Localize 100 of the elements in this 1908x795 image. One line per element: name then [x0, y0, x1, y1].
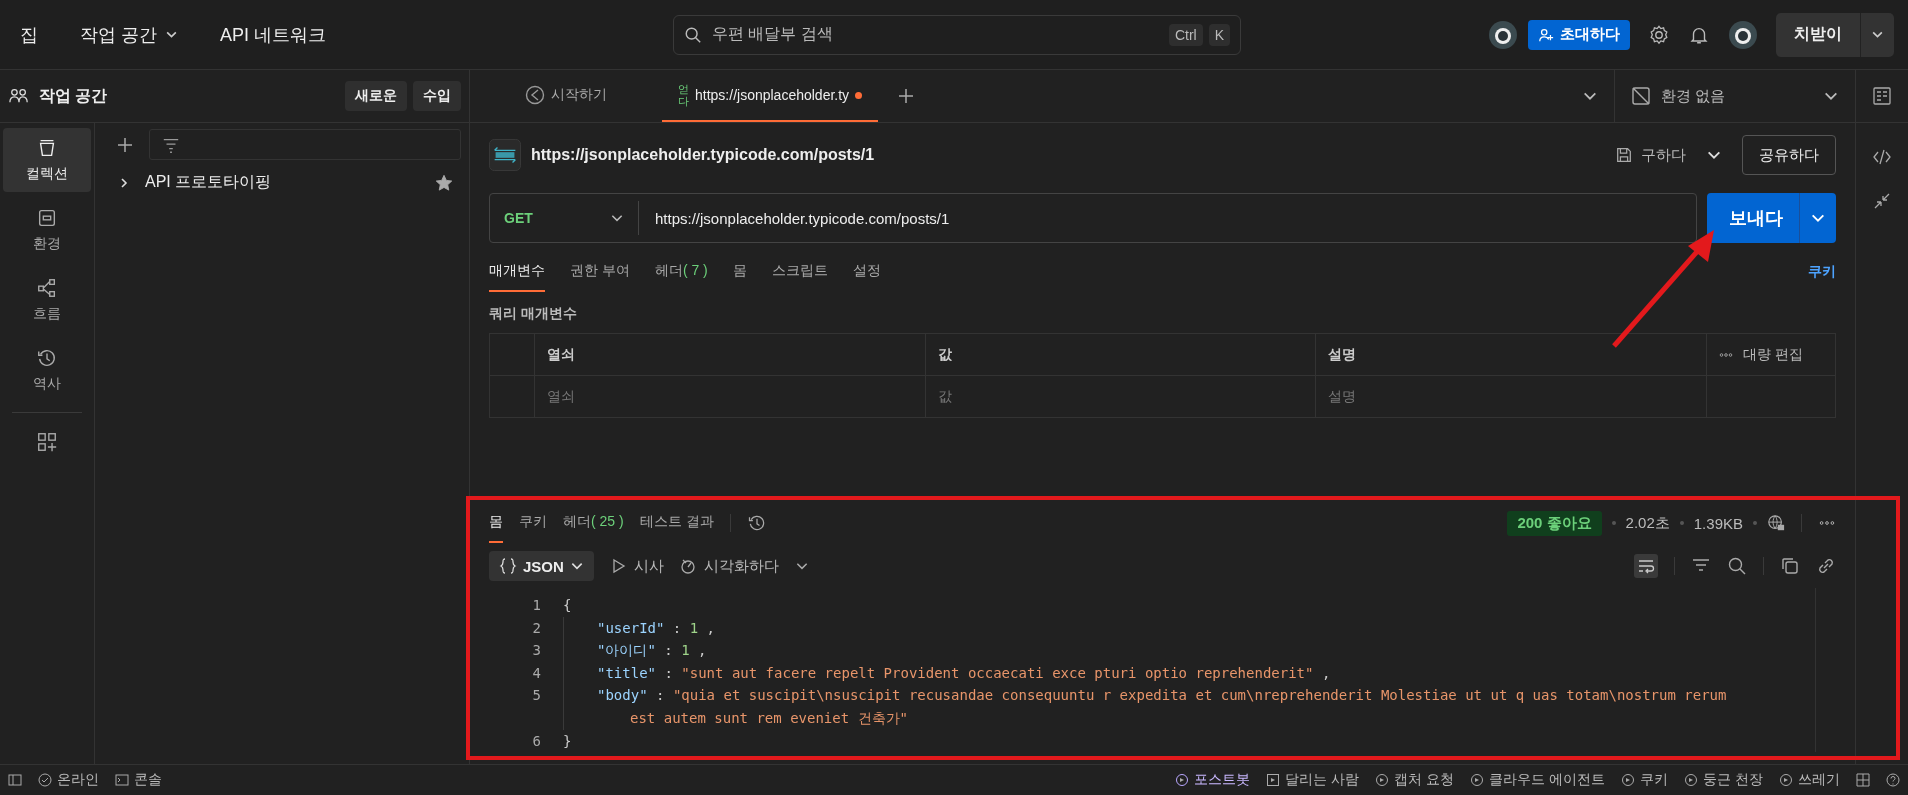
- search-icon[interactable]: [1727, 556, 1747, 576]
- code-line: "아이디" : 1 ,: [563, 639, 1815, 662]
- method-label: 얻다: [678, 82, 689, 108]
- code-icon[interactable]: [1872, 147, 1892, 167]
- request-section-tab[interactable]: 설정: [852, 252, 881, 292]
- sidebar-nav-item[interactable]: 흐름: [3, 268, 91, 332]
- line-number: 4: [531, 663, 542, 683]
- method-dropdown[interactable]: GET: [490, 201, 639, 235]
- request-section-tab[interactable]: 권한 부여: [570, 252, 630, 292]
- line-number: 5: [531, 686, 542, 706]
- code-line: {: [563, 596, 573, 615]
- gauge-icon: [525, 85, 545, 105]
- table-input[interactable]: 설명: [1315, 376, 1706, 417]
- response-tab[interactable]: 테스트 결과: [639, 503, 714, 543]
- status-bar-item[interactable]: 쓰레기: [1779, 771, 1840, 789]
- circle-icon: [1684, 773, 1699, 787]
- status-bar-item[interactable]: 쿠키: [1621, 771, 1669, 789]
- play-icon: [1266, 773, 1281, 787]
- search-icon: [684, 25, 702, 44]
- shortcut-key: K: [1208, 23, 1230, 46]
- sidebar-nav-item[interactable]: 환경: [3, 198, 91, 262]
- table-input[interactable]: 값: [924, 376, 1316, 417]
- collapse-arrows-icon[interactable]: [1872, 191, 1892, 211]
- cookies-link[interactable]: 쿠키: [1808, 263, 1836, 281]
- status-bar-item[interactable]: 둥근 천장: [1684, 771, 1763, 789]
- collection-name: API 프로토타이핑: [145, 172, 272, 192]
- preview-button[interactable]: 시사: [609, 556, 664, 576]
- terminal-icon: [115, 773, 129, 787]
- share-button[interactable]: 공유하다: [1742, 135, 1836, 175]
- column-header: 설명: [1315, 334, 1706, 375]
- request-section-tab[interactable]: 몸: [732, 252, 747, 292]
- response-tab[interactable]: 쿠키: [519, 503, 547, 543]
- sidebar-nav-item[interactable]: 역사: [3, 338, 91, 402]
- grid-icon[interactable]: [1856, 773, 1870, 787]
- code-line: est autem sunt rem eveniet 건축가": [563, 706, 1815, 730]
- visualize-button[interactable]: 시각화하다: [679, 556, 779, 576]
- globe-icon[interactable]: [1767, 514, 1785, 532]
- copy-icon[interactable]: [1780, 556, 1800, 576]
- flow-icon: [36, 277, 58, 299]
- status-badge: 200 좋아요: [1507, 510, 1602, 536]
- invite-button[interactable]: 초대하다: [1528, 19, 1630, 50]
- link-icon[interactable]: [1816, 556, 1836, 576]
- environment-selector[interactable]: 환경 없음: [1614, 70, 1855, 122]
- help-icon[interactable]: [1886, 773, 1900, 787]
- star-icon[interactable]: [435, 173, 453, 192]
- response-tab[interactable]: 헤더( 25 ): [563, 503, 624, 543]
- section-title: 쿼리 매개변수: [489, 305, 578, 323]
- code-line: }: [563, 731, 573, 751]
- format-dropdown[interactable]: JSON: [489, 551, 594, 581]
- response-time: 2.02초: [1625, 513, 1670, 533]
- code-line: "body" : "quia et suscipit\nsuscipit recusandae consequuntu r expedita et cum\nreprehenderit Molestiae ut ut q uas totam\nostrum rerum: [563, 684, 1815, 707]
- line-number: 2: [531, 618, 542, 638]
- add-widget-icon[interactable]: [36, 431, 58, 453]
- sidebar-toggle-icon[interactable]: [8, 773, 22, 787]
- no-environment-icon: [1631, 86, 1651, 106]
- wrap-lines-icon[interactable]: [1634, 554, 1658, 578]
- circle-icon: [1779, 773, 1793, 787]
- line-number: 3: [531, 641, 542, 661]
- bulk-edit-button[interactable]: 대량 편집: [1706, 334, 1835, 375]
- request-title: https://jsonplaceholder.typicode.com/posts/1: [531, 146, 875, 164]
- request-section-tab[interactable]: 스크립트: [771, 252, 828, 292]
- new-button[interactable]: 새로운: [345, 81, 407, 111]
- response-size: 1.39KB: [1693, 514, 1743, 532]
- response-tab[interactable]: 몸: [489, 503, 503, 543]
- add-user-icon: [1538, 26, 1554, 43]
- history-icon: [36, 347, 58, 369]
- shortcut-key: Ctrl: [1168, 23, 1203, 46]
- import-button[interactable]: 수입: [413, 81, 461, 111]
- avatar-icon[interactable]: [1728, 19, 1758, 50]
- workspace-menu[interactable]: 작업 공간: [80, 22, 178, 47]
- status-bar-item[interactable]: 포스트봇: [1175, 771, 1251, 789]
- avatar-icon[interactable]: [1488, 19, 1518, 50]
- column-header: 값: [924, 334, 1316, 375]
- filter-field[interactable]: [149, 129, 461, 160]
- home-link[interactable]: 집: [20, 22, 38, 47]
- search-field[interactable]: 우편 배달부 검색 Ctrl K: [673, 14, 1241, 55]
- api-network-link[interactable]: API 네트워크: [220, 22, 327, 47]
- gauge-icon: [679, 558, 696, 574]
- status-bar-item[interactable]: 콘솔: [115, 771, 162, 789]
- line-number: 6: [531, 731, 542, 751]
- status-bar-item[interactable]: 달리는 사람: [1266, 771, 1360, 789]
- status-bar-item[interactable]: 캡처 요청: [1375, 771, 1455, 789]
- status-bar-item[interactable]: 온라인: [38, 771, 99, 789]
- url-field[interactable]: https://jsonplaceholder.typicode.com/posts/1: [639, 209, 950, 227]
- http-icon: [489, 139, 521, 171]
- table-input[interactable]: 열쇠: [534, 376, 925, 417]
- notes-icon[interactable]: [1872, 86, 1892, 106]
- environment-icon: [36, 207, 58, 229]
- request-section-tab[interactable]: 헤더( 7 ): [654, 252, 708, 292]
- save-button[interactable]: 구하다: [1609, 144, 1692, 166]
- status-bar-item[interactable]: 클라우드 에이전트: [1470, 771, 1606, 789]
- collection-item[interactable]: API 프로토타이핑: [103, 160, 461, 193]
- history-icon[interactable]: [746, 513, 767, 533]
- request-section-tab[interactable]: 매개변수: [489, 252, 545, 292]
- braces-icon: [499, 557, 517, 575]
- settings-icon[interactable]: [1648, 23, 1670, 46]
- request-tab[interactable]: 시작하기: [470, 70, 662, 122]
- save-icon: [1615, 146, 1633, 164]
- sidebar-nav-item[interactable]: 컬렉션: [3, 128, 91, 192]
- circle-icon: [1175, 773, 1190, 787]
